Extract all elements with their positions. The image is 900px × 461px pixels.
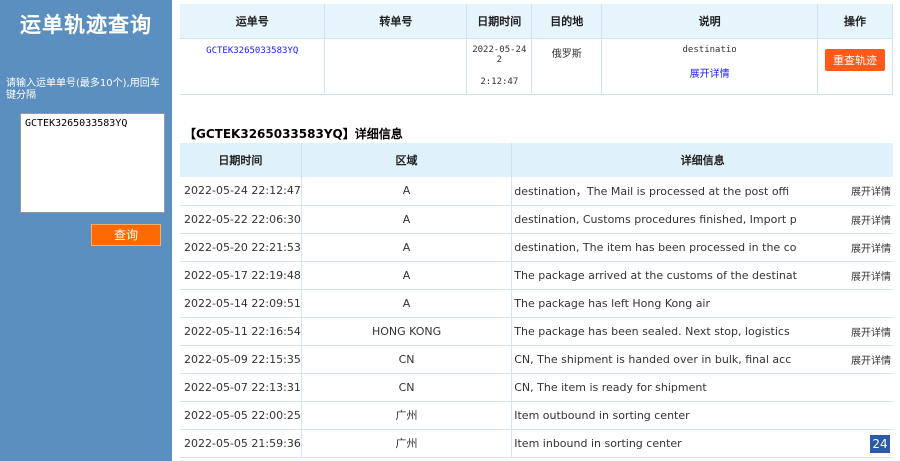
row-area: A <box>301 233 513 262</box>
row-expand-link[interactable]: 展开详情 <box>843 317 893 346</box>
row-expand-link[interactable]: 展开详情 <box>843 205 893 234</box>
row-info: destination, Customs procedures finished… <box>511 205 844 234</box>
header-note: 说明 <box>601 4 819 39</box>
row-datetime: 2022-05-05 22:00:25 <box>180 401 302 430</box>
row-expand-link[interactable]: 展开详情 <box>843 345 893 374</box>
table-row: 2022-05-11 22:16:54 HONG KONG The package … <box>180 317 893 346</box>
datetime-cell: 2022-05-24 2 2:12:47 <box>466 38 533 95</box>
header-detail-datetime: 日期时间 <box>180 143 302 177</box>
table-row: 2022-05-05 22:00:25 广州 Item outbound in s… <box>180 401 893 430</box>
row-info: CN, The shipment is handed over in bulk,… <box>511 345 844 374</box>
header-tracking-no: 运单号 <box>180 4 326 39</box>
tracking-input-label: 请输入运单单号(最多10个),用回车键分隔 <box>6 78 160 101</box>
header-action: 操作 <box>817 4 893 39</box>
table-row: 2022-05-05 21:59:36 广州 Item inbound in so… <box>180 429 893 458</box>
table-row: 2022-05-17 22:19:48 A The package arrived … <box>180 261 893 290</box>
row-area: CN <box>301 345 513 374</box>
row-datetime: 2022-05-20 22:21:53 <box>180 233 302 262</box>
header-transfer-no: 转单号 <box>324 4 468 39</box>
sidebar-title: 运单轨迹查询 <box>20 13 152 37</box>
row-expand-link <box>843 289 893 318</box>
main-content: 运单号 转单号 日期时间 目的地 说明 操作 GCTEK3265033583YQ… <box>180 0 900 461</box>
table-row: 2022-05-24 22:12:47 Adestination，The Mail… <box>180 177 893 206</box>
transfer-no-cell <box>324 38 468 95</box>
row-info: destination, The item has been processed… <box>511 233 844 262</box>
row-datetime: 2022-05-05 21:59:36 <box>180 429 302 458</box>
row-datetime: 2022-05-11 22:16:54 <box>180 317 302 346</box>
row-info: The package has left Hong Kong air <box>511 289 844 318</box>
summary-header-row: 运单号 转单号 日期时间 目的地 说明 操作 <box>180 4 893 39</box>
row-datetime: 2022-05-24 22:12:47 <box>180 177 302 206</box>
requery-button[interactable]: 重查轨迹 <box>825 48 886 71</box>
table-row: 2022-05-07 22:13:31 CN CN, The item is re… <box>180 373 893 402</box>
datetime-line2: 2:12:47 <box>480 76 519 87</box>
row-info: CN, The item is ready for shipment <box>511 373 844 402</box>
destination-cell: 俄罗斯 <box>531 38 603 95</box>
table-row: 2022-05-22 22:06:30 Adestination, Customs… <box>180 205 893 234</box>
sidebar: 运单轨迹查询 请输入运单单号(最多10个),用回车键分隔 GCTEK326503… <box>0 0 172 461</box>
detail-title: 【GCTEK3265033583YQ】详细信息 <box>184 127 403 141</box>
row-info: Item inbound in sorting center <box>511 429 844 458</box>
row-area: A <box>301 261 513 290</box>
tracking-no-cell: GCTEK3265033583YQ <box>180 38 326 95</box>
detail-header-row: 日期时间 区域 详细信息 <box>180 143 893 177</box>
row-datetime: 2022-05-07 22:13:31 <box>180 373 302 402</box>
summary-row: GCTEK3265033583YQ 2022-05-24 2 2:12:47 俄… <box>180 38 893 95</box>
row-info: destination，The Mail is processed at the… <box>511 177 844 206</box>
row-datetime: 2022-05-14 22:09:51 <box>180 289 302 318</box>
row-area: CN <box>301 373 513 402</box>
row-area: A <box>301 205 513 234</box>
detail-body: 2022-05-24 22:12:47 Adestination，The Mail… <box>180 177 893 458</box>
header-detail-area: 区域 <box>301 143 513 177</box>
header-datetime: 日期时间 <box>466 4 533 39</box>
page-number-badge[interactable]: 24 <box>870 435 890 453</box>
row-expand-link[interactable]: 展开详情 <box>843 177 893 206</box>
expand-details-link[interactable]: 展开详情 <box>602 65 817 80</box>
row-datetime: 2022-05-22 22:06:30 <box>180 205 302 234</box>
header-detail-info: 详细信息 <box>511 143 893 177</box>
note-cell: destinatio 展开详情 <box>601 38 819 95</box>
row-expand-link <box>843 401 893 430</box>
row-area: 广州 <box>301 401 513 430</box>
tracking-number-textarea[interactable]: GCTEK3265033583YQ <box>20 113 165 213</box>
note-text: destinatio <box>682 44 737 55</box>
row-datetime: 2022-05-09 22:15:35 <box>180 345 302 374</box>
row-expand-link <box>843 373 893 402</box>
detail-table: 日期时间 区域 详细信息 2022-05-24 22:12:47 Adestina… <box>180 143 893 458</box>
header-destination: 目的地 <box>531 4 603 39</box>
query-button[interactable]: 查询 <box>91 224 161 246</box>
row-area: HONG KONG <box>301 317 513 346</box>
row-info: The package arrived at the customs of th… <box>511 261 844 290</box>
datetime-line1: 2022-05-24 2 <box>472 44 527 65</box>
summary-table: 运单号 转单号 日期时间 目的地 说明 操作 GCTEK3265033583YQ… <box>180 4 893 95</box>
action-cell: 重查轨迹 <box>817 38 893 95</box>
row-area: A <box>301 177 513 206</box>
table-row: 2022-05-20 22:21:53 Adestination, The ite… <box>180 233 893 262</box>
row-area: 广州 <box>301 429 513 458</box>
row-expand-link[interactable]: 展开详情 <box>843 233 893 262</box>
row-info: The package has been sealed. Next stop, … <box>511 317 844 346</box>
row-datetime: 2022-05-17 22:19:48 <box>180 261 302 290</box>
row-info: Item outbound in sorting center <box>511 401 844 430</box>
row-area: A <box>301 289 513 318</box>
table-row: 2022-05-14 22:09:51 A The package has lef… <box>180 289 893 318</box>
tracking-no-link[interactable]: GCTEK3265033583YQ <box>206 46 298 56</box>
row-expand-link[interactable]: 展开详情 <box>843 261 893 290</box>
table-row: 2022-05-09 22:15:35 CN CN, The shipment is… <box>180 345 893 374</box>
